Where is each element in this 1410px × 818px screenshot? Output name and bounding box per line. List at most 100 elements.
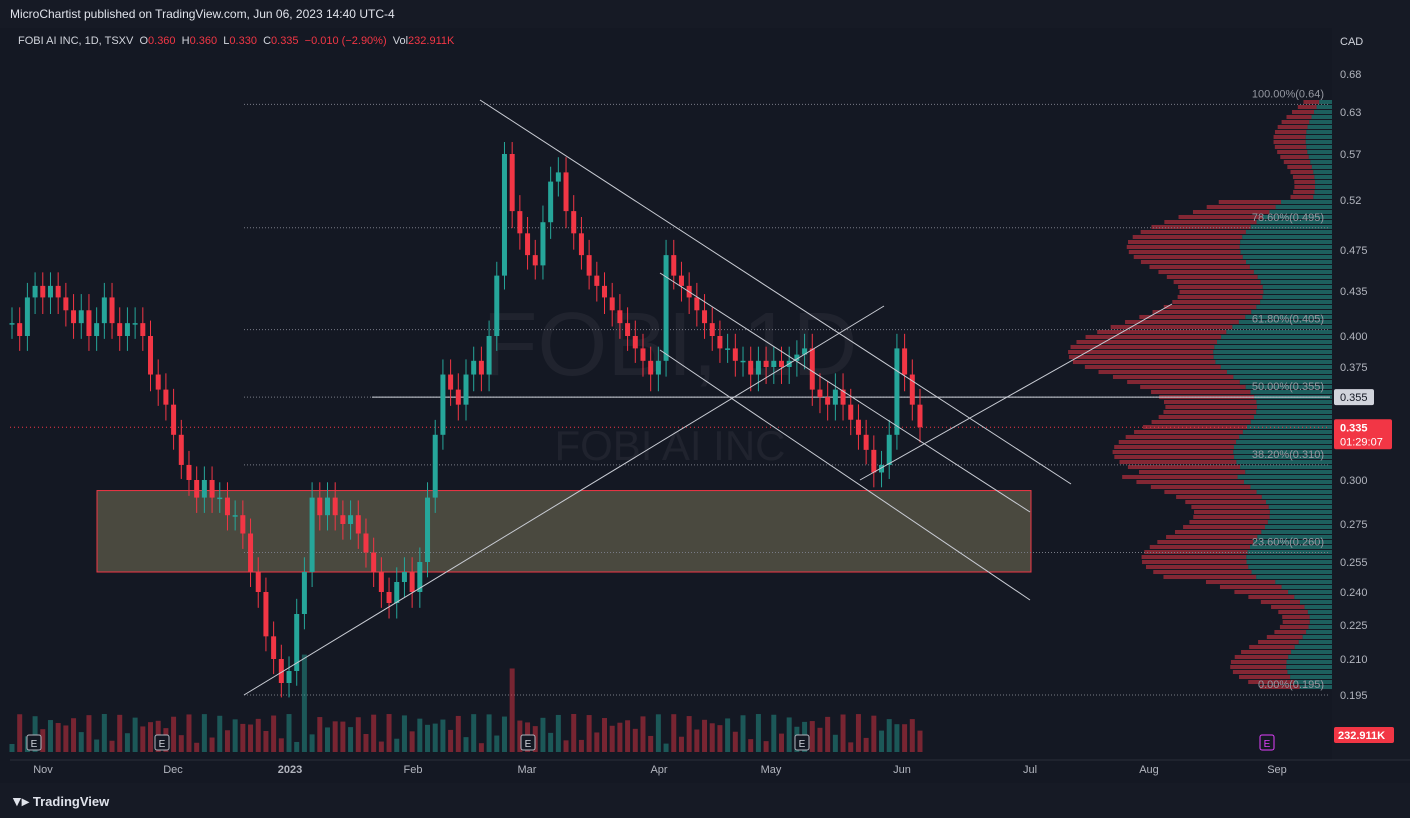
volume-profile-bar bbox=[1218, 200, 1282, 204]
price-tick-label: 0.210 bbox=[1340, 654, 1368, 666]
volume-profile-bar bbox=[1294, 180, 1316, 184]
volume-profile-bar bbox=[1189, 520, 1268, 524]
volume-bar bbox=[717, 725, 723, 752]
legend-volume-label: Vol bbox=[392, 35, 409, 47]
volume-bar bbox=[848, 742, 854, 752]
candle-body bbox=[286, 671, 292, 683]
volume-bar bbox=[86, 715, 92, 752]
price-tick-label: 0.400 bbox=[1340, 331, 1368, 343]
volume-profile-bar bbox=[1248, 595, 1295, 599]
volume-profile-bar bbox=[1278, 610, 1308, 614]
volume-bar bbox=[671, 714, 677, 752]
volume-bar bbox=[778, 733, 784, 752]
candle-body bbox=[771, 360, 777, 367]
volume-bar bbox=[378, 741, 384, 752]
volume-profile-bar bbox=[1174, 530, 1262, 534]
time-tick-label: Sep bbox=[1267, 764, 1287, 776]
volume-bar bbox=[171, 716, 177, 752]
candle-body bbox=[894, 348, 900, 435]
candle-body bbox=[432, 434, 438, 498]
volume-profile-bar bbox=[1214, 345, 1332, 349]
volume-profile-bar bbox=[1118, 440, 1237, 444]
volume-profile-bar bbox=[1177, 295, 1263, 299]
candle-body bbox=[740, 360, 746, 363]
volume-profile-bar bbox=[1256, 575, 1332, 579]
volume-profile-bar bbox=[1114, 455, 1235, 459]
volume-profile-bar bbox=[1240, 250, 1332, 254]
volume-bar bbox=[471, 714, 477, 752]
support-zone bbox=[96, 490, 1032, 573]
volume-bar bbox=[740, 715, 746, 752]
volume-profile-bar bbox=[1173, 280, 1261, 284]
candle-body bbox=[917, 404, 923, 428]
volume-profile-bar bbox=[1256, 400, 1332, 404]
bottom-bar: ▼▸ TradingView bbox=[0, 783, 1410, 818]
volume-profile-bar bbox=[1256, 410, 1332, 414]
volume-profile-bar bbox=[1275, 205, 1332, 209]
volume-profile-bar bbox=[1245, 230, 1332, 234]
volume-profile-bar bbox=[1179, 290, 1264, 294]
volume-profile-bar bbox=[1151, 390, 1251, 394]
volume-profile-bar bbox=[1310, 160, 1332, 164]
volume-profile-bar bbox=[1249, 645, 1295, 649]
candle-body bbox=[324, 497, 330, 516]
volume-bar bbox=[348, 727, 354, 752]
price-tick-label: 0.57 bbox=[1340, 149, 1361, 161]
time-tick-label: 2023 bbox=[278, 764, 302, 776]
volume-profile-bar bbox=[1213, 350, 1332, 354]
candle-body bbox=[378, 572, 384, 592]
candle-body bbox=[471, 360, 477, 375]
candle-body bbox=[440, 374, 446, 435]
volume-profile-bar bbox=[1287, 165, 1312, 169]
earnings-event-label: E bbox=[159, 739, 166, 750]
volume-profile-bar bbox=[1314, 110, 1332, 114]
volume-profile-bar bbox=[1163, 410, 1257, 414]
candle-body bbox=[332, 497, 338, 516]
volume-bar bbox=[871, 715, 877, 752]
volume-profile-bar bbox=[1273, 135, 1306, 139]
volume-profile-bar bbox=[1236, 440, 1332, 444]
candle-body bbox=[201, 480, 207, 498]
volume-profile-bar bbox=[1220, 365, 1332, 369]
volume-profile-bar bbox=[1126, 245, 1240, 249]
candle-body bbox=[317, 497, 323, 516]
candlestick-chart[interactable]: FOBI, 1D FOBI AI INC 100.00%(0.64) 78.60%(… bbox=[0, 28, 1410, 783]
volume-profile-bar bbox=[1246, 425, 1332, 429]
volume-bar bbox=[894, 724, 900, 752]
volume-bar bbox=[825, 716, 831, 752]
volume-profile-bar bbox=[1226, 370, 1332, 374]
candle-body bbox=[301, 572, 307, 614]
volume-bar bbox=[763, 741, 769, 752]
volume-bar bbox=[224, 730, 230, 752]
volume-profile-bar bbox=[1263, 290, 1332, 294]
volume-profile-bar bbox=[1293, 190, 1315, 194]
volume-profile-bar bbox=[1250, 485, 1332, 489]
volume-bar bbox=[555, 714, 561, 752]
chart-area[interactable]: FOBI, 1D FOBI AI INC 100.00%(0.64) 78.60%(… bbox=[0, 28, 1410, 783]
candle-body bbox=[109, 297, 115, 324]
volume-profile-bar bbox=[1127, 380, 1240, 384]
volume-profile-bar bbox=[1136, 480, 1244, 484]
volume-bar bbox=[494, 735, 500, 752]
time-tick-label: Nov bbox=[33, 764, 53, 776]
volume-profile-bar bbox=[1242, 235, 1332, 239]
volume-bar bbox=[47, 720, 53, 752]
volume-bar bbox=[394, 738, 400, 752]
candle-body bbox=[609, 297, 615, 311]
candle-body bbox=[55, 285, 61, 298]
candle-body bbox=[578, 233, 584, 256]
candle-body bbox=[909, 374, 915, 405]
volume-profile-bar bbox=[1281, 585, 1332, 589]
volume-bar bbox=[217, 715, 223, 752]
volume-profile-bar bbox=[1302, 635, 1332, 639]
earnings-event-label: E bbox=[799, 739, 806, 750]
tradingview-logo[interactable]: ▼▸ TradingView bbox=[10, 793, 109, 810]
candle-body bbox=[586, 255, 592, 276]
candle-body bbox=[101, 297, 107, 324]
volume-bar bbox=[448, 729, 454, 752]
volume-profile-bar bbox=[1316, 105, 1332, 109]
volume-profile-bar bbox=[1247, 550, 1332, 554]
candle-body bbox=[663, 255, 669, 361]
volume-profile-bar bbox=[1307, 150, 1332, 154]
candle-body bbox=[63, 297, 69, 311]
